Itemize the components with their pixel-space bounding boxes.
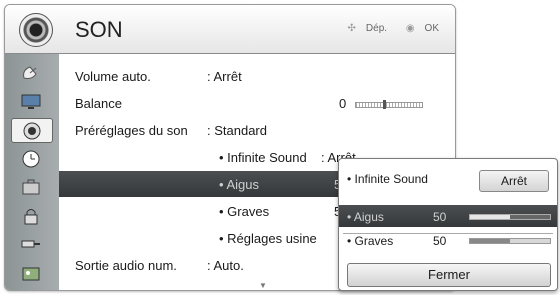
sound-preset-popup: • Infinite Sound Arrêt • Aigus 50 • Grav… (338, 158, 558, 291)
treble-slider[interactable] (469, 214, 551, 220)
sidebar-item-channels[interactable] (11, 61, 51, 84)
briefcase-icon (22, 179, 40, 194)
popup-item-bass[interactable]: • Graves 50 (339, 229, 557, 251)
clock-icon (22, 150, 40, 167)
treble-slider-fill (470, 215, 510, 219)
scroll-down-icon[interactable]: ▼ (259, 281, 267, 290)
balance-slider[interactable] (355, 100, 423, 109)
navigation-hints: ✣ Dép. ◉ OK (332, 23, 439, 34)
speaker-icon (19, 13, 53, 47)
input-plug-icon (21, 240, 40, 247)
category-sidebar (5, 54, 59, 290)
menu-item-balance[interactable]: Balance 0 (59, 90, 455, 116)
move-hint: ✣ Dép. (347, 23, 388, 34)
page-title: SON (75, 17, 123, 42)
tv-screen-icon (21, 94, 41, 109)
speaker-icon (23, 122, 41, 139)
bass-slider-fill (470, 239, 510, 243)
media-icon (22, 267, 40, 280)
sidebar-item-media[interactable] (11, 261, 51, 284)
lock-icon (24, 208, 38, 224)
popup-item-infinite-sound[interactable]: • Infinite Sound Arrêt (339, 167, 557, 192)
popup-item-treble[interactable]: • Aigus 50 (339, 205, 557, 227)
bass-slider[interactable] (469, 238, 551, 244)
dpad-icon: ✣ (347, 23, 356, 34)
sidebar-item-time[interactable] (11, 147, 51, 170)
close-button[interactable]: Fermer (347, 263, 551, 287)
sidebar-item-lock[interactable] (11, 204, 51, 227)
sidebar-item-options[interactable] (11, 175, 51, 198)
infinite-sound-toggle-button[interactable]: Arrêt (479, 170, 549, 192)
sidebar-item-picture[interactable] (11, 90, 51, 113)
ok-hint: ◉ OK (405, 23, 439, 34)
menu-header: SON ✣ Dép. ◉ OK (5, 5, 455, 54)
satellite-dish-icon (23, 65, 37, 79)
menu-item-sound-preset[interactable]: Préréglages du son : Standard (59, 117, 455, 143)
ok-button-icon: ◉ (405, 23, 415, 34)
balance-slider-thumb[interactable] (383, 100, 386, 109)
menu-item-volume-auto[interactable]: Volume auto. : Arrêt (59, 63, 455, 89)
sidebar-item-input[interactable] (11, 232, 51, 255)
sidebar-item-sound[interactable] (11, 118, 53, 143)
